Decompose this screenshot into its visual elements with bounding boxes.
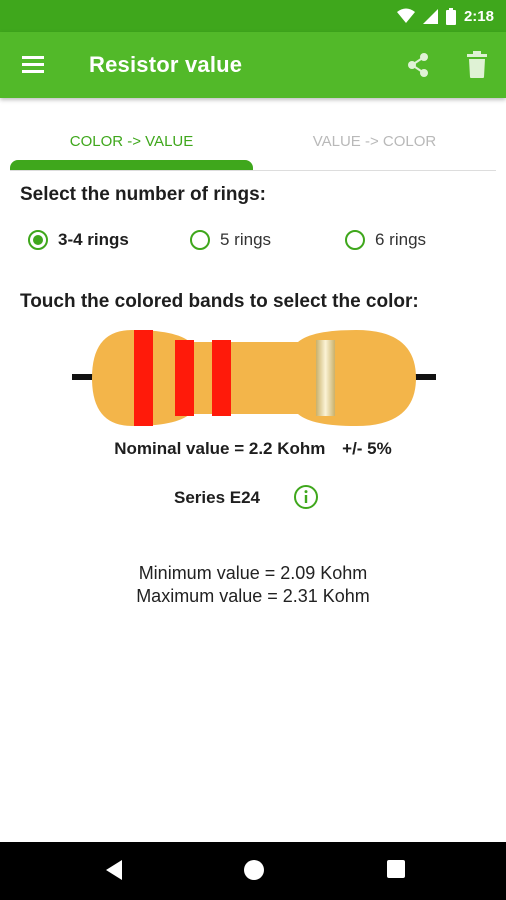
series-label: Series E24 — [174, 488, 261, 507]
minimum-value: Minimum value = 2.09 Kohm — [138, 563, 368, 583]
nominal-value: Nominal value = 2.2 Kohm — [114, 439, 326, 458]
app-title: Resistor value — [89, 52, 243, 77]
nominal-value-row: Nominal value = 2.2 Kohm +/- 5% — [0, 439, 506, 459]
back-icon[interactable] — [104, 859, 124, 881]
min-max-values: Minimum value = 2.09 Kohm Maximum value … — [0, 562, 506, 608]
tolerance-value: +/- 5% — [342, 439, 392, 458]
tab-value-to-color[interactable]: VALUE -> COLOR — [253, 118, 496, 170]
resistor-graphic — [72, 330, 436, 426]
radio-6-rings[interactable]: 6 rings — [345, 230, 426, 250]
radio-3-4-rings[interactable]: 3-4 rings — [28, 230, 129, 250]
delete-icon[interactable] — [464, 51, 490, 79]
tab-divider — [10, 170, 496, 171]
maximum-value: Maximum value = 2.31 Kohm — [136, 586, 370, 606]
tab-bar: COLOR -> VALUE VALUE -> COLOR — [10, 118, 496, 170]
radio-unselected-icon[interactable] — [345, 230, 365, 250]
radio-5-rings[interactable]: 5 rings — [190, 230, 271, 250]
color-band-4[interactable] — [316, 340, 335, 416]
system-nav-bar — [0, 842, 506, 900]
radio-selected-icon[interactable] — [28, 230, 48, 250]
radio-label: 6 rings — [375, 230, 427, 249]
status-time: 2:18 — [463, 7, 494, 25]
color-band-1[interactable] — [134, 330, 153, 426]
app-bar: Resistor value — [0, 32, 506, 98]
menu-icon[interactable] — [20, 52, 48, 78]
share-icon[interactable] — [404, 51, 432, 79]
status-bar: 2:18 — [0, 0, 506, 32]
home-icon[interactable] — [243, 859, 265, 881]
radio-unselected-icon[interactable] — [190, 230, 210, 250]
info-icon[interactable] — [293, 484, 319, 510]
rings-section-title: Select the number of rings: — [20, 184, 266, 205]
color-band-2[interactable] — [175, 340, 194, 416]
color-band-3[interactable] — [212, 340, 231, 416]
radio-label: 5 rings — [220, 230, 272, 249]
radio-label: 3-4 rings — [58, 230, 129, 249]
tab-indicator — [10, 160, 253, 170]
cell-signal-icon — [422, 8, 438, 24]
bands-section-title: Touch the colored bands to select the co… — [20, 291, 419, 312]
recents-icon[interactable] — [386, 859, 406, 879]
wifi-icon — [396, 8, 415, 23]
battery-icon — [445, 7, 456, 25]
